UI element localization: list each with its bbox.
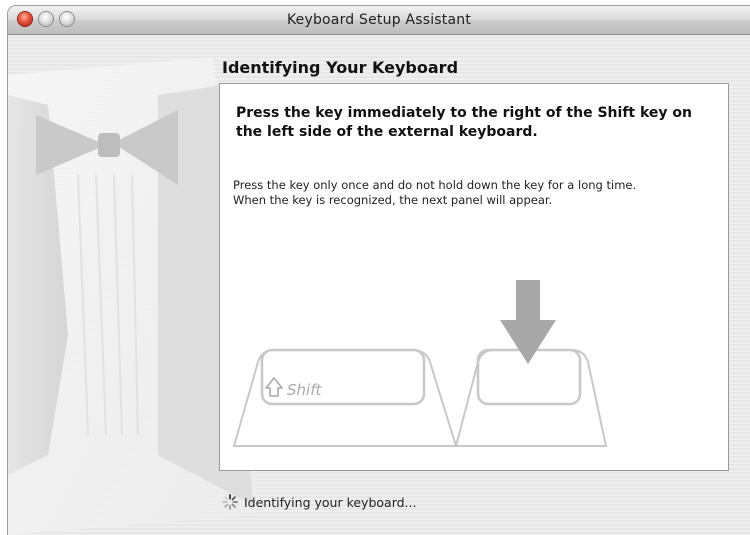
spinner-icon (222, 494, 238, 510)
instruction-text: Press the key immediately to the right o… (236, 105, 692, 140)
shift-key-label: Shift (287, 381, 322, 399)
page-heading: Identifying Your Keyboard (222, 58, 459, 77)
title-bar[interactable]: Keyboard Setup Assistant (8, 6, 750, 35)
window-title: Keyboard Setup Assistant (286, 12, 472, 28)
status-area: Identifying your keyboard... (222, 494, 416, 510)
shift-arrow-icon (265, 377, 283, 397)
keyboard-setup-window: Keyboard Setup Assistant Identifying You… (8, 6, 750, 535)
status-text: Identifying your keyboard... (244, 494, 417, 510)
keyboard-keys-illustration: Shift (232, 280, 608, 447)
content-panel: Press the key immediately to the right o… (219, 83, 729, 471)
detail-text: Press the key only once and do not hold … (233, 178, 713, 208)
target-key (454, 348, 608, 447)
detail-line-2: When the key is recognized, the next pan… (233, 193, 553, 207)
detail-line-1: Press the key only once and do not hold … (233, 178, 637, 192)
shift-key (232, 348, 458, 447)
down-arrow-icon (500, 280, 556, 364)
